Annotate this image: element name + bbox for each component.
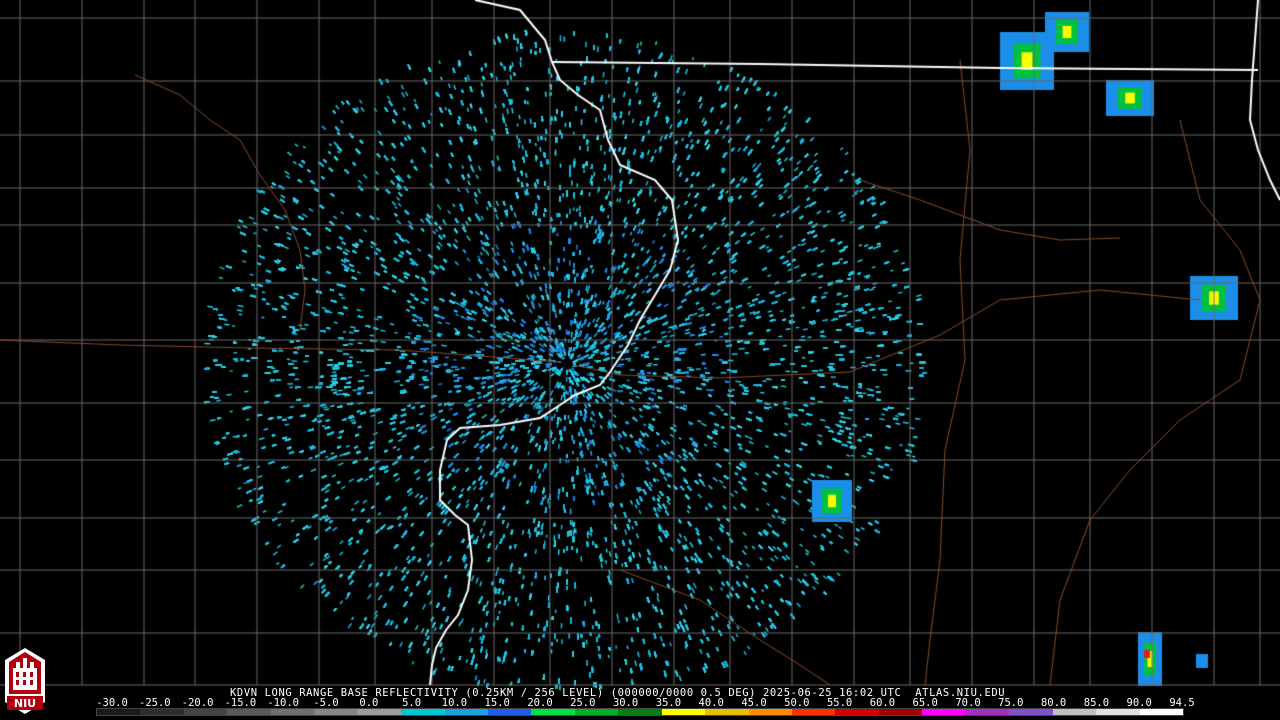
color-bar-segment — [270, 709, 315, 715]
color-bar-segment — [574, 709, 619, 715]
color-bar-segment — [487, 709, 532, 715]
color-bar-segment — [227, 709, 271, 715]
color-bar-segment — [97, 709, 141, 715]
color-bar-segment — [183, 709, 228, 715]
color-bar-segment — [705, 709, 749, 715]
niu-logo: NIU — [5, 648, 45, 714]
color-bar-segment — [1139, 709, 1183, 715]
color-bar-segment — [314, 709, 358, 715]
color-bar-segment — [618, 709, 662, 715]
color-bar-segment — [1052, 709, 1097, 715]
color-bar-segment — [1096, 709, 1140, 715]
color-bar-segment — [401, 709, 445, 715]
color-bar-segment — [965, 709, 1010, 715]
color-bar-segment — [1009, 709, 1053, 715]
radar-map — [0, 0, 1280, 720]
color-bar-segment — [444, 709, 488, 715]
color-bar-segment — [357, 709, 402, 715]
color-bar-segment — [661, 709, 706, 715]
color-bar-segment — [878, 709, 923, 715]
color-bar-segment — [748, 709, 792, 715]
color-bar-segment — [835, 709, 879, 715]
niu-logo-text: NIU — [14, 697, 36, 710]
color-bar-segment — [792, 709, 836, 715]
color-bar-segment — [140, 709, 184, 715]
reflectivity-color-bar — [96, 708, 1184, 716]
color-bar-segment — [531, 709, 575, 715]
color-bar-segment — [922, 709, 966, 715]
